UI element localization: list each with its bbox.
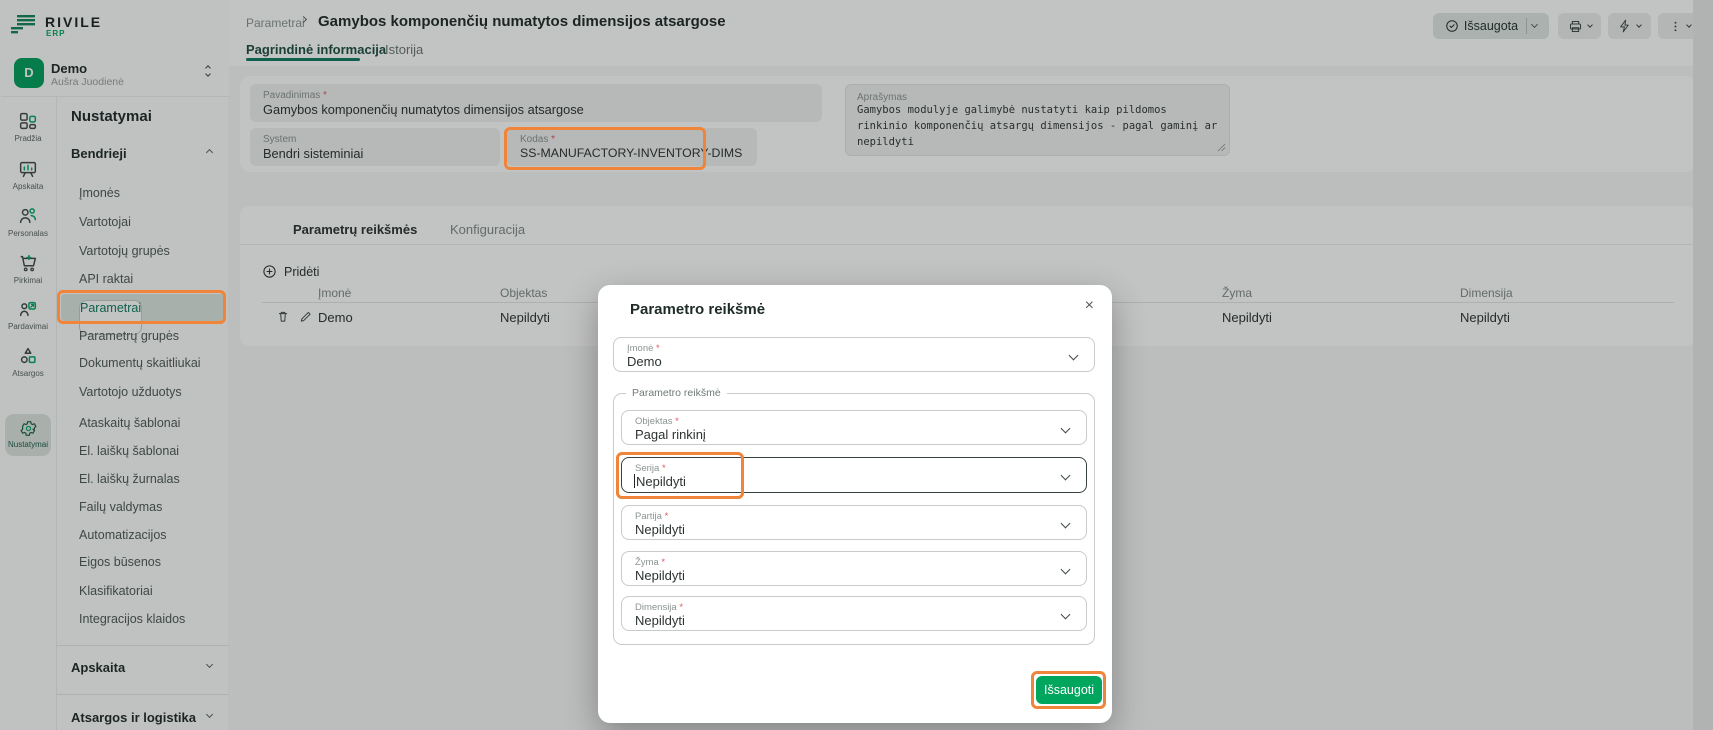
chevron-down-icon bbox=[1069, 351, 1079, 361]
chevron-down-icon bbox=[1061, 519, 1071, 529]
field-value: Nepildyti bbox=[636, 474, 686, 489]
modal-title: Parametro reikšmė bbox=[630, 301, 765, 318]
chevron-down-icon bbox=[1061, 565, 1071, 575]
field-label: Įmonė * bbox=[627, 343, 660, 354]
chevron-down-icon bbox=[1061, 471, 1071, 481]
zyma-select[interactable]: Žyma * Nepildyti bbox=[621, 551, 1087, 586]
save-button[interactable]: Išsaugoti bbox=[1036, 676, 1102, 704]
parameter-value-group: Parametro reikšmė Objektas * Pagal rinki… bbox=[613, 393, 1095, 645]
dimensija-select[interactable]: Dimensija * Nepildyti bbox=[621, 596, 1087, 631]
field-label: Partija * bbox=[635, 511, 668, 522]
field-label: Objektas * bbox=[635, 416, 679, 427]
field-value: Demo bbox=[627, 354, 662, 369]
required-mark: * bbox=[665, 511, 669, 522]
text-cursor bbox=[634, 474, 635, 488]
field-label: Serija * bbox=[635, 463, 666, 474]
required-mark: * bbox=[675, 416, 679, 427]
field-label: Žyma * bbox=[635, 557, 665, 568]
close-icon[interactable]: × bbox=[1085, 297, 1094, 315]
partija-select[interactable]: Partija * Nepildyti bbox=[621, 505, 1087, 540]
required-mark: * bbox=[656, 343, 660, 354]
parameter-value-modal: Parametro reikšmė × Įmonė * Demo Paramet… bbox=[598, 285, 1112, 723]
chevron-down-icon bbox=[1061, 424, 1071, 434]
app-root: Pradžia Apskaita Personalas Pirkimai Par… bbox=[0, 0, 1713, 730]
group-label: Parametro reikšmė bbox=[626, 387, 727, 399]
required-mark: * bbox=[661, 557, 665, 568]
field-label: Dimensija * bbox=[635, 602, 683, 613]
required-mark: * bbox=[662, 463, 666, 474]
field-value: Nepildyti bbox=[635, 613, 685, 628]
chevron-down-icon bbox=[1061, 610, 1071, 620]
field-value: Nepildyti bbox=[635, 568, 685, 583]
objektas-select[interactable]: Objektas * Pagal rinkinį bbox=[621, 410, 1087, 445]
imone-select[interactable]: Įmonė * Demo bbox=[613, 337, 1095, 372]
serija-select[interactable]: Serija * Nepildyti bbox=[621, 457, 1087, 493]
field-value: Nepildyti bbox=[635, 522, 685, 537]
required-mark: * bbox=[679, 602, 683, 613]
field-value: Pagal rinkinį bbox=[635, 427, 706, 442]
